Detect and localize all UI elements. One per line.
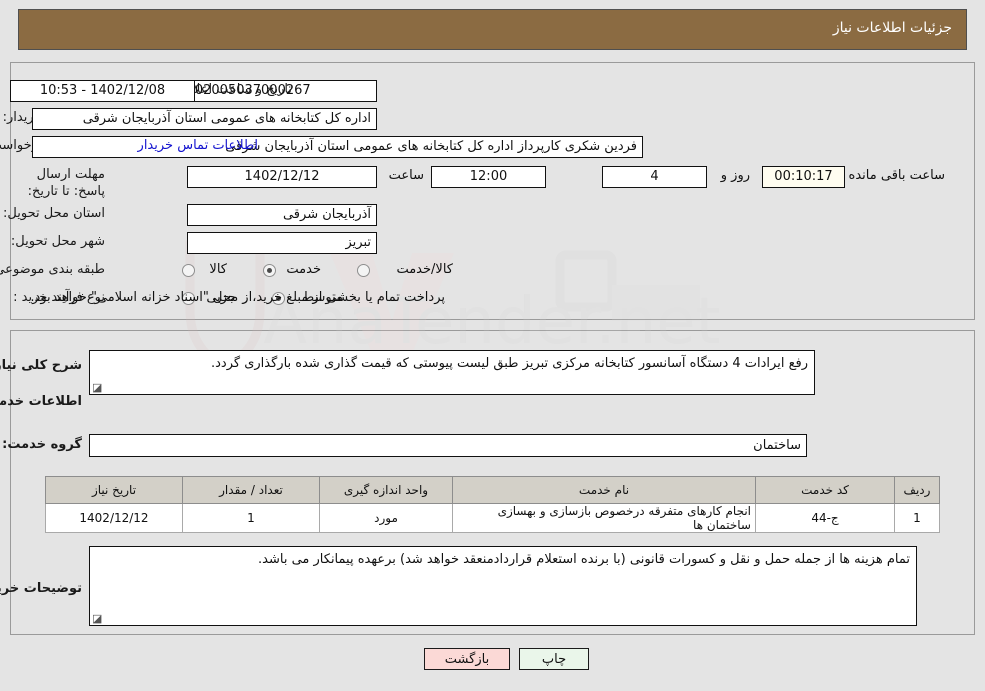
radio-category-1[interactable] bbox=[263, 264, 276, 277]
col-qty: تعداد / مقدار bbox=[182, 476, 320, 504]
resize-grip-icon[interactable]: ◪ bbox=[92, 613, 102, 624]
city-label: شهر محل تحویل: bbox=[10, 234, 105, 249]
cell-qty: 1 bbox=[182, 503, 320, 533]
services-table: ردیف کد خدمت نام خدمت واحد اندازه گیری ت… bbox=[45, 476, 940, 533]
radio-category-0[interactable] bbox=[182, 264, 195, 277]
category-label: طبقه بندی موضوعی: bbox=[0, 262, 105, 277]
service-group-field: ساختمان bbox=[89, 434, 807, 457]
cell-code: ج-44 bbox=[755, 503, 895, 533]
city-field: تبریز bbox=[187, 232, 377, 254]
deadline-date-field: 1402/12/12 bbox=[187, 166, 377, 188]
deadline-label: مهلت ارسال پاسخ: تا تاریخ: bbox=[27, 167, 105, 199]
col-unit: واحد اندازه گیری bbox=[319, 476, 453, 504]
radio-category-2-label: کالا/خدمت bbox=[396, 262, 453, 277]
buyer-notes-textarea[interactable]: تمام هزینه ها از جمله حمل و نقل و کسورات… bbox=[89, 546, 917, 626]
days-field: 4 bbox=[602, 166, 707, 188]
need-details-page: AnaTender.net جزئیات اطلاعات نیاز شماره … bbox=[0, 0, 985, 691]
print-button[interactable]: چاپ bbox=[519, 648, 589, 670]
buyer-notes-value: تمام هزینه ها از جمله حمل و نقل و کسورات… bbox=[258, 552, 910, 567]
col-name: نام خدمت bbox=[452, 476, 756, 504]
services-section-title: اطلاعات خدمات مورد نیاز bbox=[0, 394, 82, 409]
cell-unit: مورد bbox=[319, 503, 453, 533]
service-group-label: گروه خدمت: bbox=[2, 437, 82, 452]
radio-category-0-label: کالا bbox=[209, 262, 227, 277]
col-radif: ردیف bbox=[894, 476, 940, 504]
resize-grip-icon[interactable]: ◪ bbox=[92, 382, 102, 393]
remaining-hours-label: ساعت باقی مانده bbox=[848, 168, 945, 183]
table-row: 1 ج-44 انجام کارهای متفرقه درخصوص بازساز… bbox=[45, 503, 940, 533]
col-code: کد خدمت bbox=[755, 476, 895, 504]
cell-date: 1402/12/12 bbox=[45, 503, 183, 533]
description-textarea[interactable]: رفع ایرادات 4 دستگاه آسانسور کتابخانه مر… bbox=[89, 350, 815, 395]
hour-label: ساعت bbox=[388, 168, 424, 183]
page-title: جزئیات اطلاعات نیاز bbox=[832, 20, 952, 36]
public-announce-field: 1402/12/08 - 10:53 bbox=[10, 80, 195, 102]
buyer-notes-label: توضیحات خریدار: bbox=[0, 581, 82, 596]
back-button[interactable]: بازگشت bbox=[424, 648, 510, 670]
deadline-time-field: 12:00 bbox=[431, 166, 546, 188]
description-value: رفع ایرادات 4 دستگاه آسانسور کتابخانه مر… bbox=[211, 356, 808, 371]
requester-field: فردین شکری کارپرداز اداره کل کتابخانه ها… bbox=[32, 136, 643, 158]
col-date: تاریخ نیاز bbox=[45, 476, 183, 504]
buyer-org-field: اداره کل کتابخانه های عمومی استان آذربای… bbox=[32, 108, 377, 130]
radio-category-2[interactable] bbox=[357, 264, 370, 277]
cell-name: انجام کارهای متفرقه درخصوص بازسازی و بهس… bbox=[452, 503, 756, 533]
province-field: آذربایجان شرقی bbox=[187, 204, 377, 226]
buyer-contact-link[interactable]: اطلاعات تماس خریدار bbox=[138, 138, 258, 153]
days-and-label: روز و bbox=[720, 168, 750, 183]
table-header-row: ردیف کد خدمت نام خدمت واحد اندازه گیری ت… bbox=[45, 476, 940, 504]
countdown-field: 00:10:17 bbox=[762, 166, 845, 188]
payment-note: پرداخت تمام یا بخشی از مبلغ خرید،از محل … bbox=[30, 290, 445, 305]
page-header-bar: جزئیات اطلاعات نیاز bbox=[18, 9, 967, 50]
province-label: استان محل تحویل: bbox=[3, 206, 105, 221]
radio-category-1-label: خدمت bbox=[286, 262, 321, 277]
cell-radif: 1 bbox=[894, 503, 940, 533]
description-label: شرح کلی نیاز: bbox=[0, 358, 82, 373]
